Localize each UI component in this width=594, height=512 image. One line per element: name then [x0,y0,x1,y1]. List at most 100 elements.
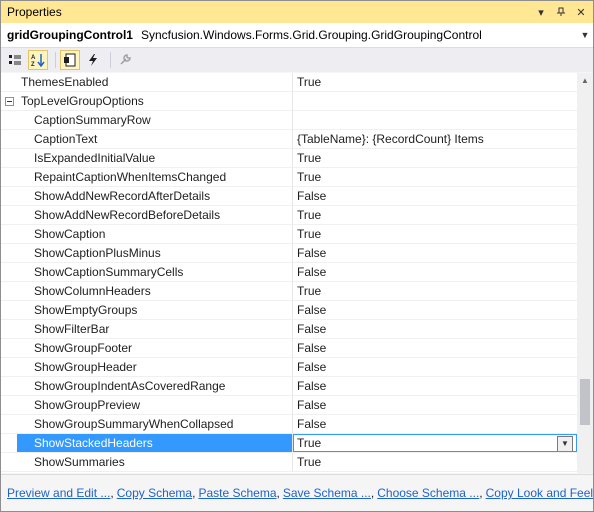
property-name: ShowGroupSummaryWhenCollapsed [17,415,293,433]
property-row[interactable]: RepaintCaptionWhenItemsChanged True [1,168,577,187]
property-value[interactable]: False [293,320,577,338]
property-name: ShowGroupIndentAsCoveredRange [17,377,293,395]
property-value[interactable]: False [293,415,577,433]
property-value[interactable]: True [293,206,577,224]
object-name: gridGroupingControl1 [7,28,133,42]
toolbar-separator [110,52,111,68]
property-value[interactable]: True ▼ [293,434,577,452]
property-value[interactable]: False [293,396,577,414]
property-pages-icon[interactable] [115,50,135,70]
property-row[interactable]: ShowEmptyGroups False [1,301,577,320]
window-title: Properties [7,5,62,19]
title-bar: Properties ▾ ✕ [1,1,593,23]
property-group-row[interactable]: TopLevelGroupOptions [1,92,577,111]
command-link[interactable]: Save Schema ... [283,486,371,500]
property-value-text: {TableName}: {RecordCount} Items [297,132,484,146]
property-row[interactable]: IsExpandedInitialValue True [1,149,577,168]
property-name: ShowFilterBar [17,320,293,338]
property-name: ShowAddNewRecordAfterDetails [17,187,293,205]
property-value[interactable]: True [293,453,577,471]
window-position-icon[interactable]: ▾ [533,4,549,20]
property-value-text: False [297,265,327,279]
command-link[interactable]: Choose Schema ... [377,486,479,500]
property-row[interactable]: ShowStackedHeaders True ▼ [1,434,577,453]
link-separator: , [370,486,375,500]
property-name: ShowCaptionPlusMinus [17,244,293,262]
property-row[interactable]: ShowCaption True [1,225,577,244]
events-icon[interactable] [83,50,103,70]
property-value-text: True [297,455,322,469]
property-value[interactable]: True [293,73,577,91]
command-link[interactable]: Preview and Edit ... [7,486,110,500]
property-value[interactable] [293,111,577,129]
property-row[interactable]: ShowFilterBar False [1,320,577,339]
property-value[interactable]: False [293,244,577,262]
property-row[interactable]: ShowCaptionPlusMinus False [1,244,577,263]
property-name: TopLevelGroupOptions [17,92,293,110]
property-row[interactable]: ThemesEnabled True [1,73,577,92]
categorized-icon[interactable] [5,50,25,70]
object-type: Syncfusion.Windows.Forms.Grid.Grouping.G… [140,28,482,42]
property-row[interactable]: ShowGroupHeader False [1,358,577,377]
command-pane: Preview and Edit ..., Copy Schema, Paste S… [1,474,593,511]
scroll-thumb[interactable] [580,379,590,425]
close-icon[interactable]: ✕ [573,4,589,20]
collapse-icon[interactable] [4,96,14,106]
property-value[interactable]: True [293,282,577,300]
link-separator: , [110,486,114,500]
property-value[interactable]: False [293,263,577,281]
property-name: ShowEmptyGroups [17,301,293,319]
property-value[interactable]: False [293,339,577,357]
property-name: ShowColumnHeaders [17,282,293,300]
property-name: IsExpandedInitialValue [17,149,293,167]
property-row[interactable]: CaptionSummaryRow [1,111,577,130]
property-value-text: False [297,322,327,336]
property-name: CaptionSummaryRow [17,111,293,129]
chevron-down-icon[interactable]: ▼ [577,30,593,40]
property-row[interactable]: ShowGroupSummaryWhenCollapsed False [1,415,577,434]
scroll-up-icon[interactable]: ▲ [577,73,593,87]
property-value-text: False [297,341,327,355]
property-value-text: True [297,284,322,298]
property-row[interactable]: ShowAddNewRecordAfterDetails False [1,187,577,206]
property-row[interactable]: ShowSummaries True [1,453,577,472]
property-grid: ThemesEnabled True TopLevelGroupOptions … [1,73,577,473]
property-value-text: True [297,208,322,222]
property-value[interactable]: {TableName}: {RecordCount} Items [293,130,577,148]
property-value[interactable]: False [293,301,577,319]
property-value[interactable]: False [293,377,577,395]
property-value-text: False [297,303,327,317]
command-link[interactable]: Copy Look and Feel [486,486,593,500]
property-name: ShowGroupHeader [17,358,293,376]
property-value-text: False [297,379,327,393]
property-name: ShowStackedHeaders [17,434,293,452]
svg-text:Z: Z [31,62,35,67]
property-value[interactable]: True [293,168,577,186]
pin-icon[interactable] [553,4,569,20]
property-row[interactable]: ShowGroupFooter False [1,339,577,358]
properties-window: Properties ▾ ✕ gridGroupingControl1 Sync… [0,0,594,512]
property-value[interactable]: True [293,225,577,243]
property-row[interactable]: ShowAddNewRecordBeforeDetails True [1,206,577,225]
property-value-text: False [297,398,327,412]
property-value[interactable] [293,92,577,110]
property-name: ShowGroupFooter [17,339,293,357]
property-row[interactable]: CaptionText {TableName}: {RecordCount} It… [1,130,577,149]
property-row[interactable]: ShowCaptionSummaryCells False [1,263,577,282]
property-row[interactable]: ShowGroupPreview False [1,396,577,415]
alphabetical-icon[interactable]: AZ [28,50,48,70]
property-value[interactable]: False [293,358,577,376]
command-link[interactable]: Paste Schema [198,486,276,500]
command-link[interactable]: Copy Schema [117,486,192,500]
property-row[interactable]: ShowColumnHeaders True [1,282,577,301]
vertical-scrollbar[interactable]: ▲ [577,73,593,473]
property-row[interactable]: ShowGroupIndentAsCoveredRange False [1,377,577,396]
object-selector[interactable]: gridGroupingControl1 Syncfusion.Windows.… [1,23,593,48]
svg-text:A: A [31,55,36,61]
property-name: CaptionText [17,130,293,148]
properties-icon[interactable] [60,50,80,70]
property-value[interactable]: False [293,187,577,205]
property-value[interactable]: True [293,149,577,167]
dropdown-arrow-icon[interactable]: ▼ [557,436,573,451]
link-separator: , [276,486,280,500]
